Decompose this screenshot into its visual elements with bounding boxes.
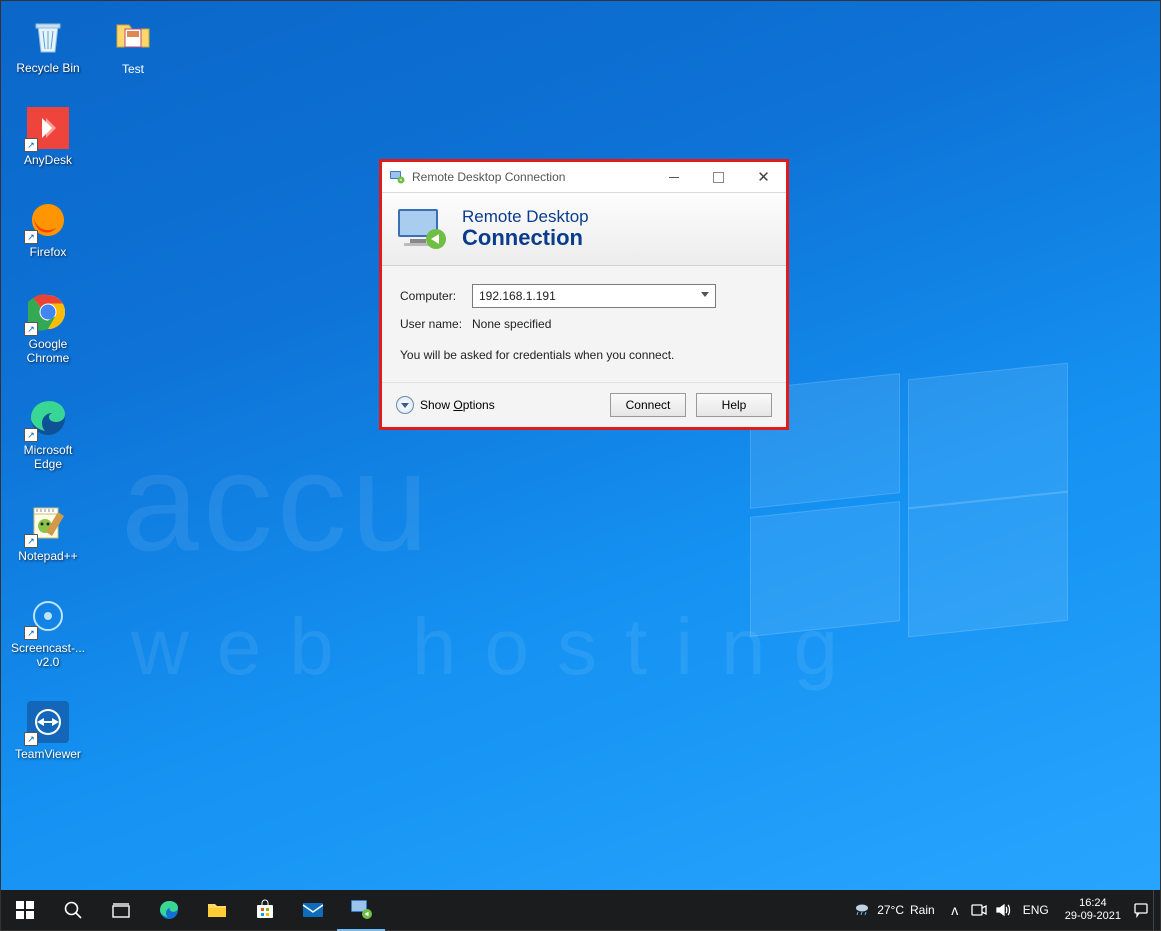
taskbar-app-edge[interactable] <box>145 890 193 930</box>
weather-widget[interactable]: 27°C Rain <box>845 900 943 921</box>
rdc-banner: Remote Desktop Connection <box>382 193 786 266</box>
tray-volume-icon[interactable] <box>991 902 1015 918</box>
desktop-icon-label: Google Chrome <box>27 337 70 365</box>
chevron-down-icon <box>396 396 414 414</box>
edge-icon: ↗ <box>27 397 69 439</box>
desktop-icon-anydesk[interactable]: ↗ AnyDesk <box>11 107 85 167</box>
desktop-icon-label: TeamViewer <box>15 747 81 761</box>
firefox-icon: ↗ <box>27 199 69 241</box>
shortcut-arrow-icon: ↗ <box>24 230 38 244</box>
minimize-button[interactable] <box>651 162 696 192</box>
computer-combobox[interactable]: 192.168.1.191 <box>472 284 716 308</box>
desktop-icon-firefox[interactable]: ↗ Firefox <box>11 199 85 259</box>
desktop-icon-teamviewer[interactable]: ↗ TeamViewer <box>11 701 85 761</box>
connect-button[interactable]: Connect <box>610 393 686 417</box>
desktop-icon-label: AnyDesk <box>24 153 72 167</box>
desktop-icon-label: Screencast-... v2.0 <box>11 641 85 669</box>
rdc-banner-icon <box>394 205 448 253</box>
show-desktop-button[interactable] <box>1153 890 1160 930</box>
taskbar-app-mail[interactable] <box>289 890 337 930</box>
search-button[interactable] <box>49 890 97 930</box>
close-button[interactable]: ✕ <box>741 162 786 192</box>
windows-logo-wallpaper <box>750 381 1070 641</box>
window-titlebar[interactable]: Remote Desktop Connection ✕ <box>382 162 786 193</box>
desktop-icon-notepadpp[interactable]: ↗ Notepad++ <box>11 503 85 563</box>
help-button[interactable]: Help <box>696 393 772 417</box>
desktop-icon-label: Firefox <box>30 245 67 259</box>
desktop-icon-google-chrome[interactable]: ↗ Google Chrome <box>11 291 85 365</box>
weather-icon <box>853 900 871 921</box>
banner-line2: Connection <box>462 226 589 250</box>
desktop-icon-label: Notepad++ <box>18 549 77 563</box>
shortcut-arrow-icon: ↗ <box>24 322 38 336</box>
taskbar-app-microsoft-store[interactable] <box>241 890 289 930</box>
notepadpp-icon: ↗ <box>27 503 69 545</box>
tray-clock[interactable]: 16:24 29-09-2021 <box>1057 897 1129 923</box>
teamviewer-icon: ↗ <box>27 701 69 743</box>
desktop-icon-screencast[interactable]: ↗ Screencast-... v2.0 <box>11 595 85 669</box>
anydesk-icon: ↗ <box>27 107 69 149</box>
system-tray: 27°C Rain ʌ ENG 16:24 29-09-2021 <box>845 890 1160 930</box>
computer-value: 192.168.1.191 <box>479 289 556 303</box>
weather-temp: 27°C <box>877 903 904 917</box>
tray-overflow-button[interactable]: ʌ <box>943 902 967 918</box>
taskbar: 27°C Rain ʌ ENG 16:24 29-09-2021 <box>1 890 1160 930</box>
folder-icon <box>113 15 153 58</box>
rdc-app-icon <box>382 169 412 185</box>
show-options-label: Show Options <box>420 398 495 412</box>
tray-action-center-icon[interactable] <box>1129 902 1153 918</box>
weather-text: Rain <box>910 903 935 917</box>
username-value: None specified <box>472 317 551 331</box>
maximize-button[interactable] <box>696 162 741 192</box>
username-label: User name: <box>400 317 472 331</box>
shortcut-arrow-icon: ↗ <box>24 428 38 442</box>
credentials-note: You will be asked for credentials when y… <box>400 348 768 362</box>
tray-meet-now-icon[interactable] <box>967 903 991 917</box>
taskbar-app-rdc[interactable] <box>337 889 385 931</box>
show-options-toggle[interactable]: Show Options <box>396 396 495 414</box>
shortcut-arrow-icon: ↗ <box>24 138 38 152</box>
shortcut-arrow-icon: ↗ <box>24 534 38 548</box>
screencast-icon: ↗ <box>27 595 69 637</box>
desktop-icon-recycle-bin[interactable]: Recycle Bin <box>11 15 85 75</box>
shortcut-arrow-icon: ↗ <box>24 732 38 746</box>
chevron-down-icon <box>701 292 709 297</box>
start-button[interactable] <box>1 890 49 930</box>
desktop-icon-microsoft-edge[interactable]: ↗ Microsoft Edge <box>11 397 85 471</box>
taskbar-app-file-explorer[interactable] <box>193 890 241 930</box>
tray-time: 16:24 <box>1065 897 1121 910</box>
desktop[interactable]: accu web hosting Recycle Bin ↗ AnyDesk ↗… <box>1 1 1160 930</box>
shortcut-arrow-icon: ↗ <box>24 626 38 640</box>
remote-desktop-window: Remote Desktop Connection ✕ Remote Deskt… <box>379 159 789 430</box>
desktop-icon-label: Recycle Bin <box>16 61 79 75</box>
window-title: Remote Desktop Connection <box>412 170 651 184</box>
task-view-button[interactable] <box>97 890 145 930</box>
computer-label: Computer: <box>400 289 472 303</box>
chrome-icon: ↗ <box>27 291 69 333</box>
tray-date: 29-09-2021 <box>1065 910 1121 923</box>
desktop-icon-label: Microsoft Edge <box>24 443 73 471</box>
banner-line1: Remote Desktop <box>462 208 589 226</box>
desktop-icon-test-folder[interactable]: Test <box>96 15 170 76</box>
tray-language[interactable]: ENG <box>1015 903 1057 917</box>
desktop-icon-label: Test <box>122 62 144 76</box>
recycle-bin-icon <box>27 15 69 57</box>
